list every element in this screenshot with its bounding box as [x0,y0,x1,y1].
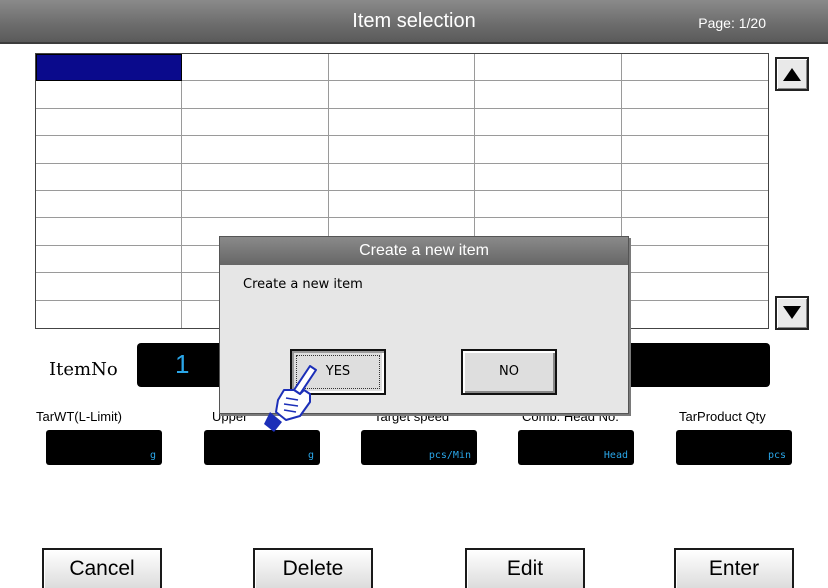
table-cell[interactable] [621,109,768,137]
table-cell[interactable] [36,273,183,301]
unit-label: pcs [767,450,786,461]
table-cell-selected[interactable] [36,54,183,82]
table-cell[interactable] [475,163,622,191]
item-name-field[interactable] [620,343,770,387]
item-number-label: ItemNo [49,359,118,380]
table-cell[interactable] [328,54,476,82]
table-cell[interactable] [621,191,768,219]
unit-label: g [307,450,314,461]
table-cell[interactable] [36,108,183,137]
target-weight-label: TarWT(L-Limit) [36,409,122,424]
table-cell[interactable] [328,163,476,191]
table-cell[interactable] [328,136,476,164]
table-cell[interactable] [621,164,768,191]
enter-button[interactable]: Enter [674,548,794,588]
page-indicator: Page: 1/20 [698,15,766,31]
table-cell[interactable] [36,136,183,164]
table-cell[interactable] [182,136,329,164]
table-cell[interactable] [475,108,622,137]
table-cell[interactable] [622,301,768,328]
no-button-label: NO [499,364,519,379]
no-button[interactable]: NO [461,349,557,395]
unit-label: pcs/Min [428,450,471,461]
table-cell[interactable] [36,218,183,246]
target-product-qty-label: TarProduct Qty [679,409,766,424]
scroll-up-button[interactable] [775,57,809,91]
table-cell[interactable] [328,81,476,109]
table-cell[interactable] [36,163,183,191]
unit-label: g [149,450,156,461]
title-bar: Item selection Page: 1/20 [0,0,828,44]
table-cell[interactable] [475,136,622,164]
table-cell[interactable] [182,163,329,191]
table-cell[interactable] [328,190,476,219]
table-cell[interactable] [328,108,476,137]
table-cell[interactable] [36,190,183,219]
table-cell[interactable] [475,190,622,219]
upper-limit-field[interactable]: g [204,430,320,465]
comb-head-field[interactable]: Head [518,430,634,465]
unit-label: Head [603,450,628,461]
item-selection-screen: Item selection Page: 1/20 ItemNo 1 TarWT… [0,0,828,588]
triangle-down-icon [783,306,801,319]
table-cell[interactable] [621,136,768,164]
table-cell[interactable] [621,54,768,82]
target-weight-field[interactable]: g [46,430,162,465]
table-cell[interactable] [36,300,183,328]
item-number-field[interactable]: 1 [137,343,229,387]
cancel-button[interactable]: Cancel [42,548,162,588]
dialog-title: Create a new item [220,237,628,265]
table-cell[interactable] [621,273,768,301]
dialog-message: Create a new item [243,277,363,292]
triangle-up-icon [783,68,801,81]
table-cell[interactable] [182,54,329,82]
pointing-hand-icon [264,365,317,432]
target-speed-field[interactable]: pcs/Min [361,430,477,465]
table-cell[interactable] [182,108,329,137]
scroll-down-button[interactable] [775,296,809,330]
table-cell[interactable] [621,218,768,246]
table-cell[interactable] [621,246,768,274]
table-cell[interactable] [621,81,768,109]
table-cell[interactable] [36,245,183,274]
table-cell[interactable] [182,81,329,109]
table-cell[interactable] [475,81,622,109]
delete-button[interactable]: Delete [253,548,373,588]
table-cell[interactable] [475,54,622,82]
item-number-value: 1 [175,349,190,379]
table-cell[interactable] [182,190,329,219]
table-cell[interactable] [36,81,183,109]
edit-button[interactable]: Edit [465,548,585,588]
target-product-qty-field[interactable]: pcs [676,430,792,465]
